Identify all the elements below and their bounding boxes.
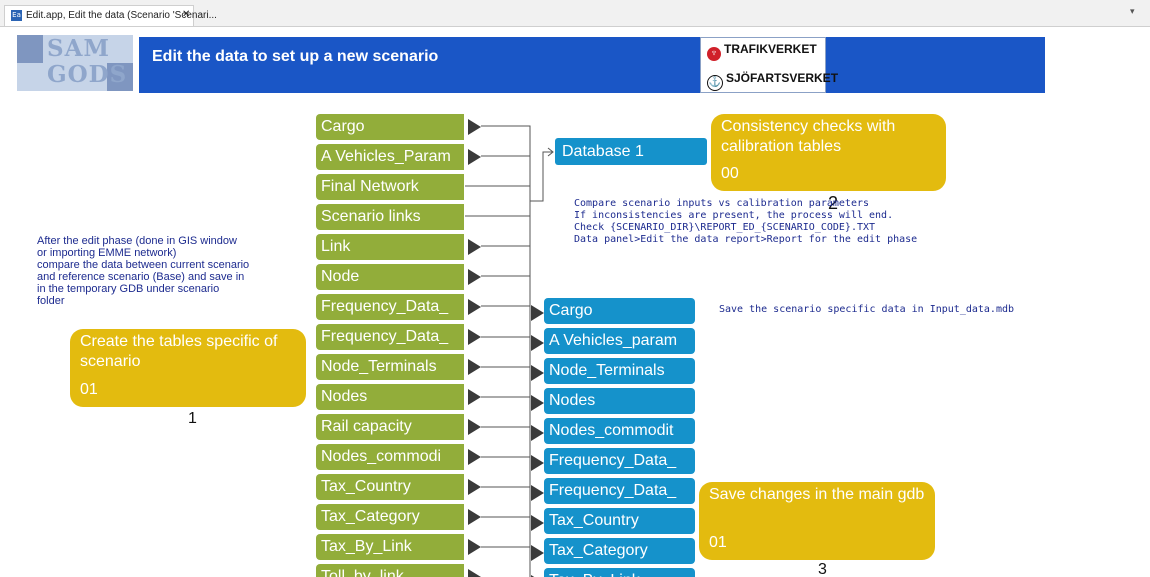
arrow-icon	[468, 119, 481, 135]
blue-item-tax-by-link[interactable]: Tax_By_Link	[544, 568, 695, 577]
blue-item-nodes-commodit[interactable]: Nodes_commodit	[544, 418, 695, 444]
step-consistency-checks[interactable]: Consistency checks with calibration tabl…	[711, 114, 946, 191]
arrow-icon	[468, 479, 481, 495]
green-item-tax-by-link[interactable]: Tax_By_Link	[316, 534, 464, 560]
blue-item-tax-category[interactable]: Tax_Category	[544, 538, 695, 564]
arrow-icon	[468, 149, 481, 165]
blue-item-nodes[interactable]: Nodes	[544, 388, 695, 414]
arrow-icon	[468, 299, 481, 315]
diagram-canvas: SAM GODS Edit the data to set up a new sc…	[0, 26, 1150, 577]
arrow-icon	[531, 485, 544, 501]
green-item-link[interactable]: Link	[316, 234, 464, 260]
save-note: Save the scenario specific data in Input…	[719, 304, 1015, 315]
arrow-icon	[468, 269, 481, 285]
arrow-icon	[531, 335, 544, 351]
green-item-toll-by-link[interactable]: Toll_by_link	[316, 564, 464, 577]
green-item-node-terminals[interactable]: Node_Terminals	[316, 354, 464, 380]
arrow-icon	[531, 515, 544, 531]
step-create-tables[interactable]: Create the tables specific of scenario 0…	[70, 329, 306, 407]
green-item-tax-category[interactable]: Tax_Category	[316, 504, 464, 530]
trafikverket-logo: ♆ TRAFIKVERKET	[707, 42, 817, 61]
connector-cargo	[481, 125, 531, 577]
step-number: 1	[188, 410, 197, 427]
green-item-tax-country[interactable]: Tax_Country	[316, 474, 464, 500]
green-item-rail-capacity[interactable]: Rail capacity	[316, 414, 464, 440]
blue-item-tax-country[interactable]: Tax_Country	[544, 508, 695, 534]
green-item-node[interactable]: Node	[316, 264, 464, 290]
arrow-icon	[468, 449, 481, 465]
document-tab[interactable]: Ea Edit.app, Edit the data (Scenario 'Sc…	[4, 5, 217, 26]
step-title: Create the tables specific of scenario	[80, 333, 278, 370]
arrow-icon	[531, 305, 544, 321]
arrow-icon	[468, 239, 481, 255]
step-title: Consistency checks with calibration tabl…	[721, 118, 896, 155]
page-title: Edit the data to set up a new scenario	[152, 48, 439, 65]
database-box[interactable]: Database 1	[555, 138, 707, 165]
green-item-final-network[interactable]: Final Network	[316, 174, 464, 200]
app-icon: Ea	[11, 10, 22, 21]
tab-bar: Ea Edit.app, Edit the data (Scenario 'Sc…	[0, 0, 1150, 27]
arrow-icon	[531, 425, 544, 441]
arrow-icon	[468, 539, 481, 555]
green-item-nodes-commodi[interactable]: Nodes_commodi	[316, 444, 464, 470]
step-title: Save changes in the main gdb	[709, 486, 925, 503]
green-item-cargo[interactable]: Cargo	[316, 114, 464, 140]
samgods-logo: SAM GODS	[17, 35, 133, 91]
arrow-icon	[468, 359, 481, 375]
edit-phase-note: After the edit phase (done in GIS window…	[37, 235, 250, 307]
connector-database	[530, 151, 552, 202]
green-item-scenario-links[interactable]: Scenario links	[316, 204, 464, 230]
blue-item-node-terminals[interactable]: Node_Terminals	[544, 358, 695, 384]
arrow-icon	[531, 395, 544, 411]
sjofartsverket-logo: ⚓ SJÖFARTSVERKET	[707, 71, 838, 91]
agency-logos: ♆ TRAFIKVERKET ⚓ SJÖFARTSVERKET	[700, 37, 838, 93]
blue-item-frequency-data-2[interactable]: Frequency_Data_	[544, 478, 695, 504]
blue-item-vehicles-param[interactable]: A Vehicles_param	[544, 328, 695, 354]
arrow-icon	[468, 389, 481, 405]
step-number: 3	[818, 561, 827, 577]
arrow-icon	[468, 329, 481, 345]
green-item-vehicles-param[interactable]: A Vehicles_Param	[316, 144, 464, 170]
green-item-frequency-data-2[interactable]: Frequency_Data_	[316, 324, 464, 350]
arrow-icon	[531, 545, 544, 561]
green-item-nodes[interactable]: Nodes	[316, 384, 464, 410]
step-save-changes[interactable]: Save changes in the main gdb 01	[699, 482, 935, 560]
green-item-frequency-data-1[interactable]: Frequency_Data_	[316, 294, 464, 320]
close-icon[interactable]: ✕	[182, 9, 190, 20]
arrow-icon	[468, 419, 481, 435]
arrow-icon	[468, 509, 481, 525]
blue-item-frequency-data-1[interactable]: Frequency_Data_	[544, 448, 695, 474]
chevron-down-icon[interactable]: ▾	[1130, 6, 1135, 17]
step-code: 01	[709, 534, 727, 551]
consistency-note: Compare scenario inputs vs calibration p…	[574, 198, 918, 245]
step-code: 00	[721, 165, 739, 182]
header-banner: Edit the data to set up a new scenario ♆…	[139, 37, 1045, 93]
arrow-icon	[531, 365, 544, 381]
blue-item-cargo[interactable]: Cargo	[544, 298, 695, 324]
arrow-icon	[531, 455, 544, 471]
step-code: 01	[80, 381, 98, 398]
arrow-icon	[468, 569, 481, 577]
